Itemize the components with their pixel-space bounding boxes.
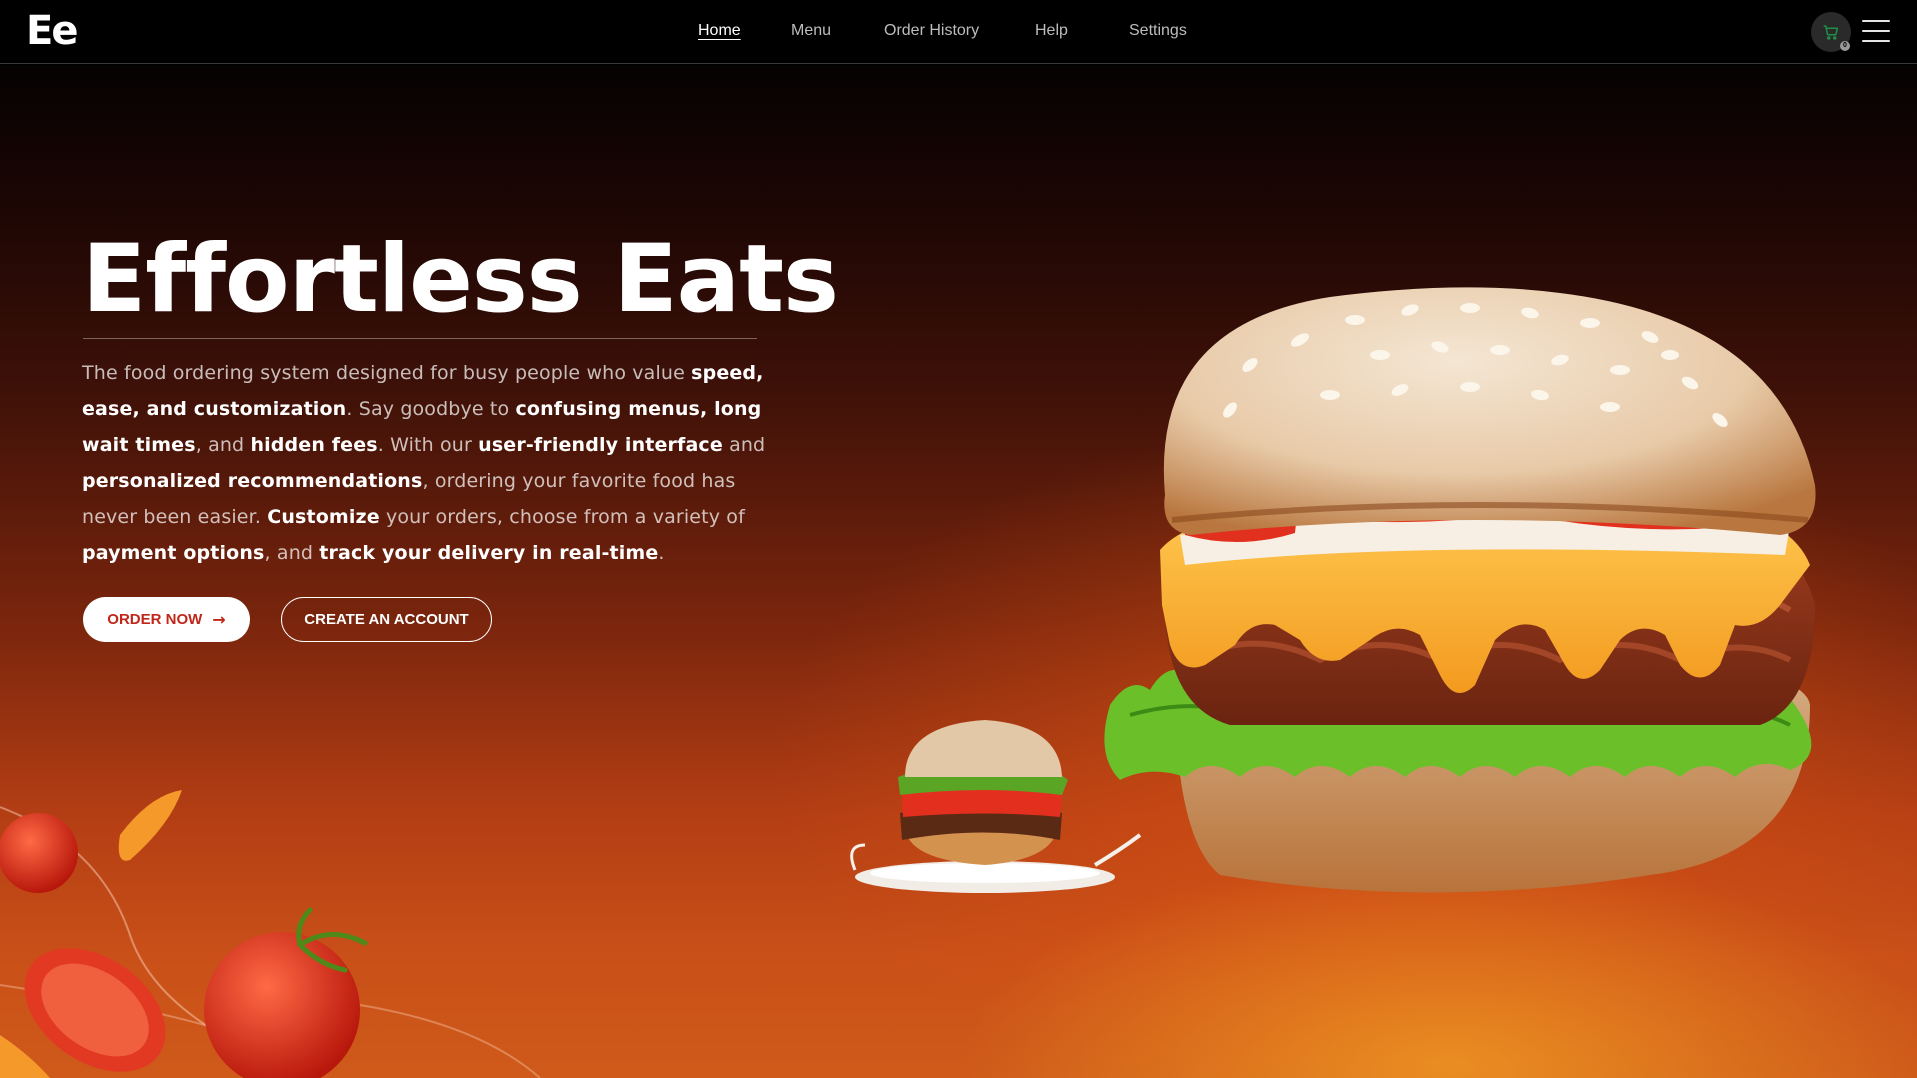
title-divider: [83, 338, 757, 339]
description-segment: Customize: [267, 506, 380, 528]
hero-section: Effortless Eats The food ordering system…: [0, 65, 1917, 1078]
description-segment: user-friendly interface: [478, 434, 723, 456]
description-segment: and: [722, 434, 766, 456]
nav-link-help[interactable]: Help: [1035, 22, 1068, 40]
nav-link-home[interactable]: Home: [698, 22, 741, 40]
create-account-button[interactable]: CREATE AN ACCOUNT: [281, 597, 492, 642]
hero-title: Effortless Eats: [82, 225, 839, 334]
create-account-label: CREATE AN ACCOUNT: [304, 611, 469, 628]
description-segment: , and: [195, 434, 251, 456]
top-navbar: Ee Home Menu Order History Help Settings…: [0, 0, 1917, 64]
cart-button[interactable]: 0: [1811, 12, 1851, 52]
cart-icon: [1823, 25, 1839, 40]
description-segment: your orders, choose from a variety of: [379, 506, 745, 528]
nav-link-menu[interactable]: Menu: [791, 22, 831, 40]
nav-links: Home Menu Order History Help Settings: [0, 0, 1917, 64]
description-segment: personalized recommendations: [82, 470, 423, 492]
description-segment: .: [658, 542, 665, 564]
order-now-button[interactable]: ORDER NOW →: [83, 597, 250, 642]
hero-description: The food ordering system designed for bu…: [82, 355, 782, 571]
description-segment: , and: [264, 542, 320, 564]
description-segment: hidden fees: [250, 434, 378, 456]
arrow-right-icon: →: [212, 610, 226, 629]
description-segment: . With our: [377, 434, 479, 456]
nav-link-settings[interactable]: Settings: [1129, 22, 1187, 40]
description-segment: The food ordering system designed for bu…: [82, 362, 692, 384]
description-segment: track your delivery in real-time: [319, 542, 659, 564]
hero-food-artwork: [0, 287, 1816, 1078]
description-segment: . Say goodbye to: [346, 398, 516, 420]
cart-count-badge: 0: [1840, 41, 1850, 51]
hamburger-menu-icon[interactable]: [1862, 20, 1890, 42]
nav-link-order-history[interactable]: Order History: [884, 22, 979, 40]
description-segment: payment options: [82, 542, 265, 564]
order-now-label: ORDER NOW: [107, 611, 203, 628]
